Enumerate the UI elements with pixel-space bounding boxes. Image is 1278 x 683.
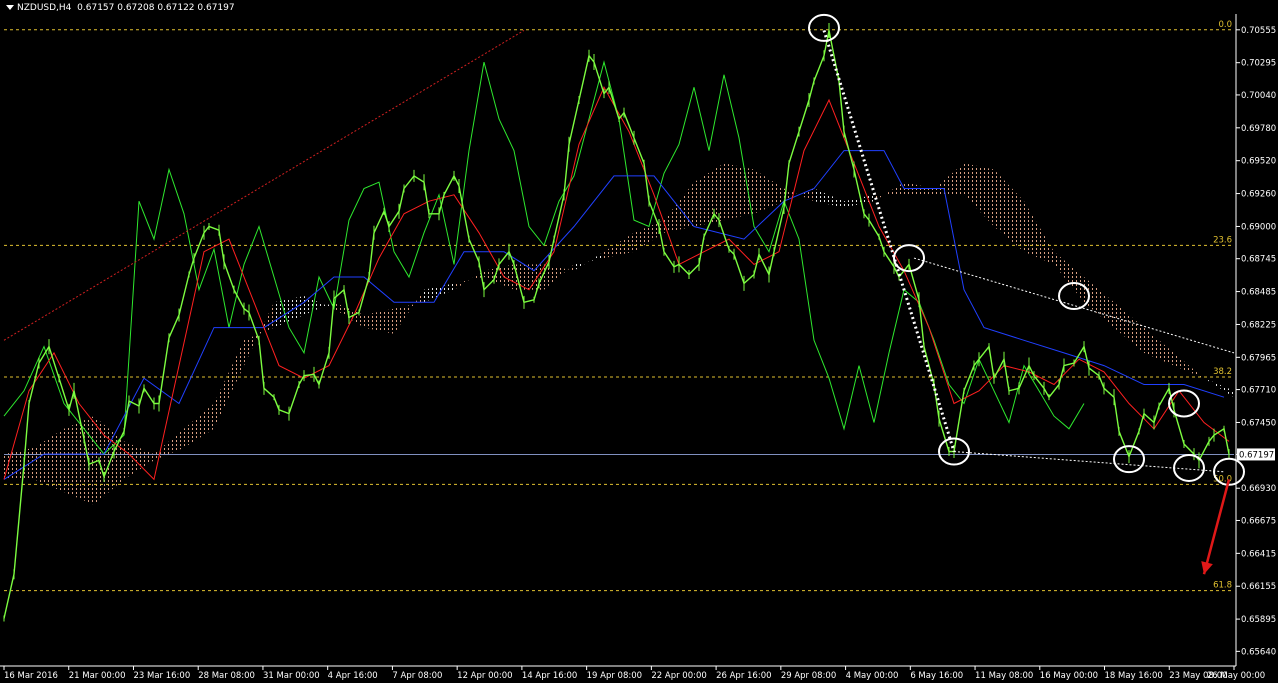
x-tick-label: 18 May 16:00 [1105, 671, 1163, 681]
x-tick-label: 4 Apr 16:00 [328, 671, 378, 681]
cloud-segment [124, 441, 154, 480]
y-tick-label: 0.67965 [1241, 353, 1276, 363]
down-arrow-line [1202, 479, 1231, 575]
x-tick-label: 23 Mar 16:00 [133, 671, 190, 681]
cloud-segment [874, 182, 904, 202]
cloud-segment [994, 169, 1024, 252]
cloud-segment [1114, 302, 1144, 353]
x-tick-label: 6 May 16:00 [910, 671, 963, 681]
y-tick-label: 0.70040 [1241, 91, 1276, 101]
y-tick-label: 0.66415 [1241, 549, 1276, 559]
fibonacci-levels: 0.023.638.250.061.8 [4, 20, 1234, 592]
y-tick-label: 0.69260 [1241, 190, 1276, 200]
cloud-segment [34, 428, 64, 492]
y-tick-label: 0.66675 [1241, 516, 1276, 526]
y-tick-label: 0.66155 [1241, 582, 1276, 592]
cloud-segment [454, 270, 484, 290]
cloud-segment [394, 289, 424, 334]
cloud-segment [964, 163, 994, 227]
cloud-segment [364, 308, 394, 334]
x-tick-label: 16 Mar 2016 [4, 671, 58, 681]
cloud-segment [1174, 352, 1204, 379]
x-tick-label: 4 May 00:00 [846, 671, 899, 681]
ichimoku-cloud [4, 163, 1234, 505]
y-tick-label: 0.69780 [1241, 124, 1276, 134]
x-tick-label: 12 Apr 00:00 [457, 671, 512, 681]
cloud-segment [424, 283, 454, 303]
x-tick-label: 21 Mar 00:00 [69, 671, 126, 681]
down-arrow-head [1201, 561, 1213, 575]
cloud-segment [154, 428, 184, 461]
cloud-segment [934, 163, 964, 195]
cloud-segment [1144, 327, 1174, 366]
y-tick-label: 0.68225 [1241, 320, 1276, 330]
x-tick-label: 29 Apr 08:00 [781, 671, 836, 681]
current-price-label: 0.67197 [1239, 450, 1274, 460]
y-tick-label: 0.67710 [1241, 386, 1276, 396]
rising-trendline [3, 30, 525, 341]
x-tick-label: 22 Apr 00:00 [651, 671, 706, 681]
chart-window[interactable]: NZDUSD,H4 0.67157 0.67208 0.67122 0.6719… [0, 0, 1278, 683]
y-tick-label: 0.70555 [1241, 26, 1276, 36]
y-tick-label: 0.70295 [1241, 59, 1276, 69]
cloud-segment [1204, 378, 1234, 398]
cloud-segment [1084, 277, 1114, 328]
x-tick-label: 16 May 00:00 [1040, 671, 1098, 681]
fib-level-label: 23.6 [1213, 235, 1232, 245]
cloud-segment [214, 340, 244, 429]
cloud-segment [574, 251, 604, 271]
cloud-segment [754, 169, 784, 214]
swing-dotted-line [822, 29, 956, 452]
y-tick-label: 0.69520 [1241, 157, 1276, 167]
x-tick-label: 11 May 08:00 [975, 671, 1033, 681]
x-tick-label: 19 Apr 08:00 [587, 671, 642, 681]
cloud-segment [724, 163, 754, 221]
x-tick-label: 14 Apr 16:00 [522, 671, 577, 681]
x-tick-label: 26 Apr 16:00 [716, 671, 771, 681]
x-tick-label: 28 Mar 08:00 [198, 671, 255, 681]
x-tick-label: 7 Apr 08:00 [392, 671, 442, 681]
tenkan-line [3, 86, 1230, 481]
price-chart[interactable]: 0.023.638.250.061.8 0.705550.702950.7004… [0, 0, 1278, 683]
y-tick-label: 0.68485 [1241, 288, 1276, 298]
cloud-segment [814, 188, 844, 208]
fib-level-label: 0.0 [1218, 20, 1232, 30]
y-tick-label: 0.67450 [1241, 418, 1276, 428]
cloud-segment [184, 403, 214, 448]
annotation-circle [808, 13, 840, 42]
indicator-lines [3, 60, 1230, 481]
x-tick-label: 26 May 00:00 [1207, 671, 1265, 681]
y-tick-label: 0.68745 [1241, 255, 1276, 265]
annotations [3, 13, 1245, 575]
fib-level-label: 38.2 [1213, 367, 1232, 377]
y-tick-label: 0.65640 [1241, 647, 1276, 657]
y-tick-label: 0.69000 [1241, 222, 1276, 232]
y-tick-label: 0.65895 [1241, 615, 1276, 625]
chikou-line [3, 60, 1085, 455]
price-series [3, 22, 1230, 622]
x-tick-label: 31 Mar 00:00 [263, 671, 320, 681]
fib-level-label: 61.8 [1213, 581, 1232, 591]
y-tick-label: 0.66930 [1241, 484, 1276, 494]
cloud-segment [1024, 201, 1054, 265]
